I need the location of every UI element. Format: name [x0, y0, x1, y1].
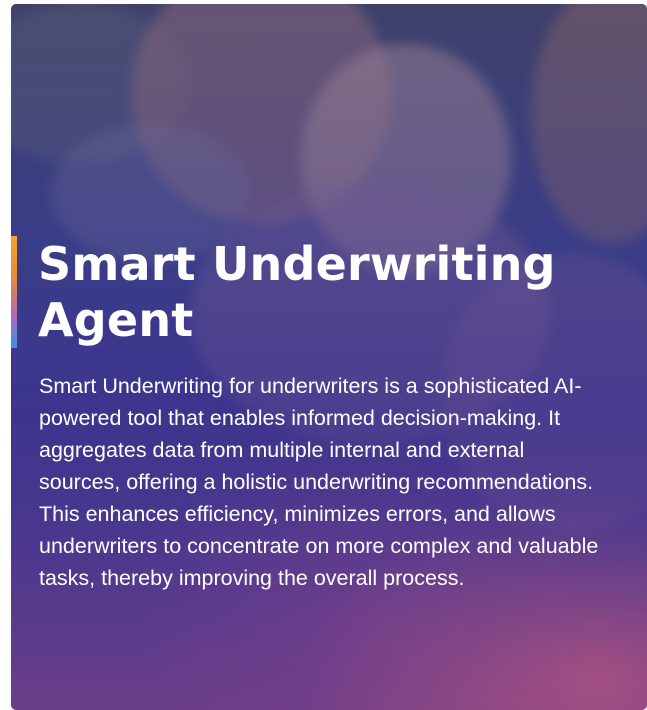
gradient-overlay	[11, 4, 647, 710]
family-photo-background	[11, 4, 647, 710]
hero-title: Smart Underwriting Agent	[38, 237, 556, 347]
hero-description: Smart Underwriting for underwriters is a…	[39, 374, 599, 590]
title-accent-bar	[11, 236, 17, 348]
hero-card	[11, 4, 647, 710]
